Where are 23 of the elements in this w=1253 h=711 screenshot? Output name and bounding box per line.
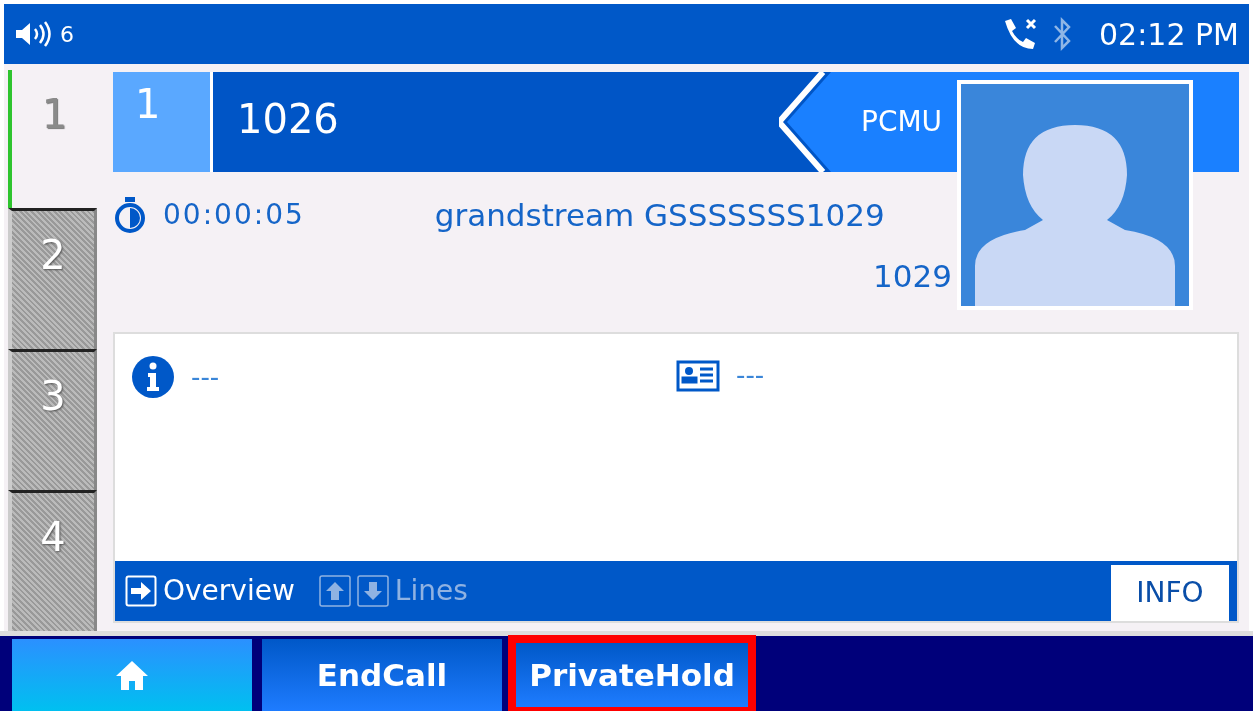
contact-card-icon — [676, 359, 720, 392]
line-tab[interactable]: 3 — [8, 349, 97, 490]
overview-label: Overview — [163, 573, 295, 609]
lines-label: Lines — [394, 573, 468, 609]
call-duration: 00:00:05 — [163, 197, 305, 234]
home-button[interactable] — [12, 639, 252, 711]
caller-id-number: 1029 — [873, 256, 953, 296]
info-value: --- — [736, 359, 765, 392]
line-tab[interactable]: 4 — [8, 490, 97, 631]
volume-level: 6 — [60, 20, 74, 49]
line-tab[interactable]: 2 — [8, 208, 97, 349]
caller-name: grandstream GSSSSSSS1029 — [434, 196, 885, 235]
home-icon — [114, 659, 150, 691]
info-icon — [131, 356, 175, 398]
info-value: --- — [191, 360, 220, 394]
speaker-icon — [14, 21, 54, 47]
stopwatch-icon — [113, 196, 147, 235]
caller-number: 1026 — [236, 95, 340, 144]
clock: 02:12 PM — [1099, 15, 1239, 54]
line-number: 1 — [113, 72, 213, 172]
info-tab[interactable]: INFO — [1111, 565, 1229, 621]
codec-label: PCMU — [861, 104, 943, 140]
softkey-button[interactable]: EndCall — [262, 639, 502, 711]
